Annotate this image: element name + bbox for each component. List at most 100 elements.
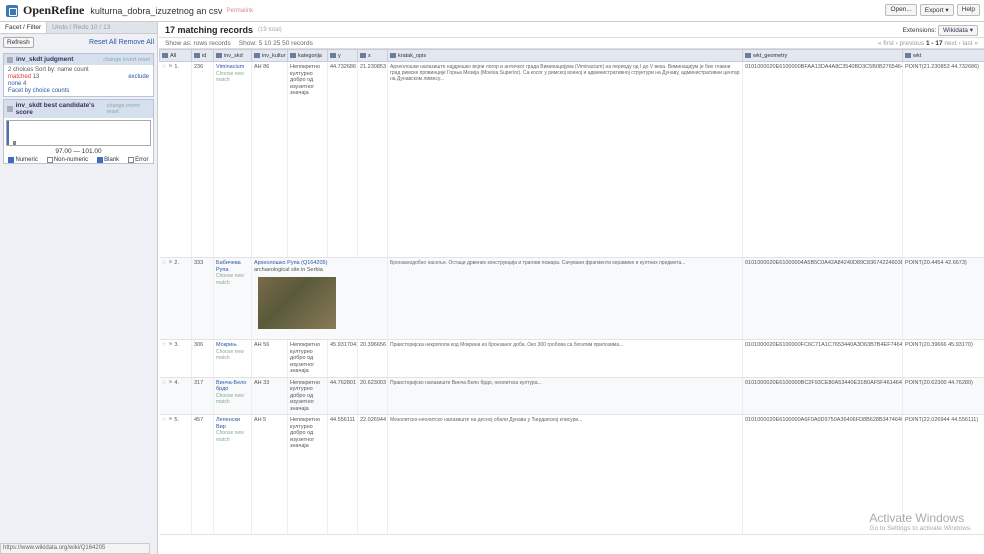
row-number: 4. <box>174 379 180 386</box>
cell-category: Непокретно културно добро од изузетног з… <box>287 414 328 535</box>
column-label: inv_skd <box>224 52 243 59</box>
reconciled-cell-link[interactable]: Винча-Бело брдо <box>216 380 246 393</box>
help-button[interactable]: Help <box>956 4 980 16</box>
data-panel: 17 matching records (19 total) Extension… <box>159 22 984 554</box>
column-label: inv_kultur <box>262 52 286 59</box>
column-header-wkt[interactable]: wkt <box>902 49 984 62</box>
column-label: wkt <box>913 52 922 59</box>
export-button[interactable]: Export ▾ <box>919 4 954 16</box>
tab-undo-redo[interactable]: Undo / Redo 10 / 13 <box>47 22 115 33</box>
total-records: (19 total) <box>258 26 282 33</box>
column-header-inv-skd[interactable]: inv_skd <box>213 49 252 62</box>
check-non-numeric[interactable]: Non-numeric <box>46 157 89 163</box>
row-number: 5. <box>174 417 180 423</box>
cell-geometry: 0101000020E6100000BFAA13DA4A8C3540BD3C5B… <box>742 61 903 258</box>
column-header-y[interactable]: y <box>327 49 358 62</box>
check-numeric[interactable]: Numeric <box>8 157 38 163</box>
facet-choice-none[interactable]: none <box>8 81 21 87</box>
dropdown-icon <box>216 52 222 58</box>
column-label: kategorija <box>298 52 322 59</box>
reconciled-cell-link[interactable]: Лепенски Вир <box>216 417 240 430</box>
checkbox-icon <box>97 157 104 163</box>
reconciled-cell-link[interactable]: Мокрињ <box>216 342 237 348</box>
score-histogram[interactable] <box>6 120 151 146</box>
watermark-subtitle: Go to Settings to activate Windows. <box>869 525 972 532</box>
page-size-selector[interactable]: Show: 5 10 25 50 records <box>239 40 313 47</box>
check-error[interactable]: Error <box>128 157 149 163</box>
close-icon[interactable] <box>7 106 13 112</box>
cell-geometry: 0101000020E6100000BC2F93CE80A53440E31B0A… <box>742 377 903 415</box>
left-panel: Facet / Filter Undo / Redo 10 / 13 Refre… <box>0 22 158 554</box>
refresh-button[interactable]: Refresh <box>3 37 34 48</box>
candidate-description: archaeological site in Serbia <box>254 266 323 273</box>
column-header-id[interactable]: id <box>191 49 214 62</box>
facet-options[interactable]: change invert reset <box>107 103 150 115</box>
cell-x: 21.230853 <box>357 61 388 258</box>
choose-new-match[interactable]: Choose new match <box>216 273 244 286</box>
cell-y: 44.556111 <box>327 414 358 535</box>
dropdown-icon <box>290 52 296 58</box>
candidate-link[interactable]: Археолошко Рупа (Q164205) <box>254 260 327 266</box>
star-icon[interactable]: ☆ ⚑ <box>162 417 173 423</box>
permalink-link[interactable]: Permalink <box>226 8 253 14</box>
reconciled-cell-link[interactable]: Viminacium <box>216 64 244 70</box>
show-as-toggle[interactable]: Show as: rows records <box>165 40 231 47</box>
remove-all-link[interactable]: Remove All <box>119 39 154 46</box>
header-bar: OpenRefine kulturna_dobra_izuzetnog an c… <box>0 0 984 22</box>
choose-new-match[interactable]: Choose new match <box>216 349 244 362</box>
cell-description: Праисторијска некропола код Мокрина из б… <box>387 339 743 378</box>
cell-description: Праисторијско налазиште Винча Бело брдо,… <box>387 377 743 415</box>
row-number: 1. <box>174 64 180 70</box>
column-header-all[interactable]: All <box>159 49 192 62</box>
cell-x: 22.026944 <box>357 414 388 535</box>
dropdown-icon <box>194 52 200 58</box>
table-row: ☆ ⚑ 5. 457 Лепенски Вир Choose new match … <box>159 414 984 535</box>
facet-choices-summary: 2 choices Sort by: name count <box>8 67 89 73</box>
wikidata-menu-button[interactable]: Wikidata ▾ <box>938 24 978 36</box>
column-label: kratak_opis <box>398 52 427 59</box>
openrefine-logo[interactable] <box>6 4 18 17</box>
choose-new-match[interactable]: Choose new match <box>216 430 244 443</box>
column-header-kratak-opis[interactable]: kratak_opis <box>387 49 743 62</box>
choose-new-match[interactable]: Choose new match <box>216 393 244 406</box>
pager-prev[interactable]: « first ‹ previous <box>878 40 924 47</box>
cell-x: 20.623003 <box>357 377 388 415</box>
star-icon[interactable]: ☆ ⚑ <box>162 64 173 70</box>
star-icon[interactable]: ☆ ⚑ <box>162 342 173 348</box>
dropdown-icon <box>330 52 336 58</box>
cell-geometry: 0101000020E6100000FC6C71A1C7653440A3D63B… <box>742 339 903 378</box>
pager-next[interactable]: next › last » <box>944 40 978 47</box>
open-button[interactable]: Open... <box>885 4 917 16</box>
cell-inv: АН 56 <box>251 339 288 378</box>
star-icon[interactable]: ☆ ⚑ <box>162 380 173 386</box>
facet-choice-matched[interactable]: matched <box>8 74 31 80</box>
facet-by-counts-link[interactable]: Facet by choice counts <box>8 88 149 94</box>
column-header-x[interactable]: x <box>357 49 388 62</box>
star-icon[interactable]: ☆ ⚑ <box>162 260 173 266</box>
checkbox-icon <box>128 157 135 163</box>
project-name[interactable]: kulturna_dobra_izuzetnog an csv <box>90 6 222 16</box>
cell-id: 236 <box>191 61 214 258</box>
dropdown-icon <box>162 52 168 58</box>
check-label: Non-numeric <box>53 157 89 163</box>
tab-facet-filter[interactable]: Facet / Filter <box>0 22 48 33</box>
row-number: 2. <box>174 260 180 266</box>
close-icon[interactable] <box>7 56 13 63</box>
facet-options[interactable]: change invert reset <box>103 57 150 63</box>
cell-category: Непокретно културно добро од изузетног з… <box>287 339 328 378</box>
app-name[interactable]: OpenRefine <box>23 3 84 18</box>
cell-inv: АН 5 <box>251 414 288 535</box>
matching-records-count: 17 matching records <box>165 24 254 35</box>
column-header-kategorija[interactable]: kategorija <box>287 49 328 62</box>
check-label: Numeric <box>15 157 38 163</box>
facet-score: inv_skdt best candidate's score change i… <box>3 99 154 164</box>
dropdown-icon <box>905 52 911 58</box>
column-header-wkt-geometry[interactable]: wkt_geometry <box>742 49 903 62</box>
reconciled-cell-link[interactable]: Бабичева Рупа <box>216 260 241 273</box>
choose-new-match[interactable]: Choose new match <box>216 71 244 84</box>
check-blank[interactable]: Blank <box>97 157 119 163</box>
reset-all-link[interactable]: Reset All <box>89 39 117 46</box>
facet-exclude-link[interactable]: exclude <box>128 74 149 80</box>
column-label: All <box>170 52 177 59</box>
column-header-inv-kultur[interactable]: inv_kultur <box>251 49 288 62</box>
